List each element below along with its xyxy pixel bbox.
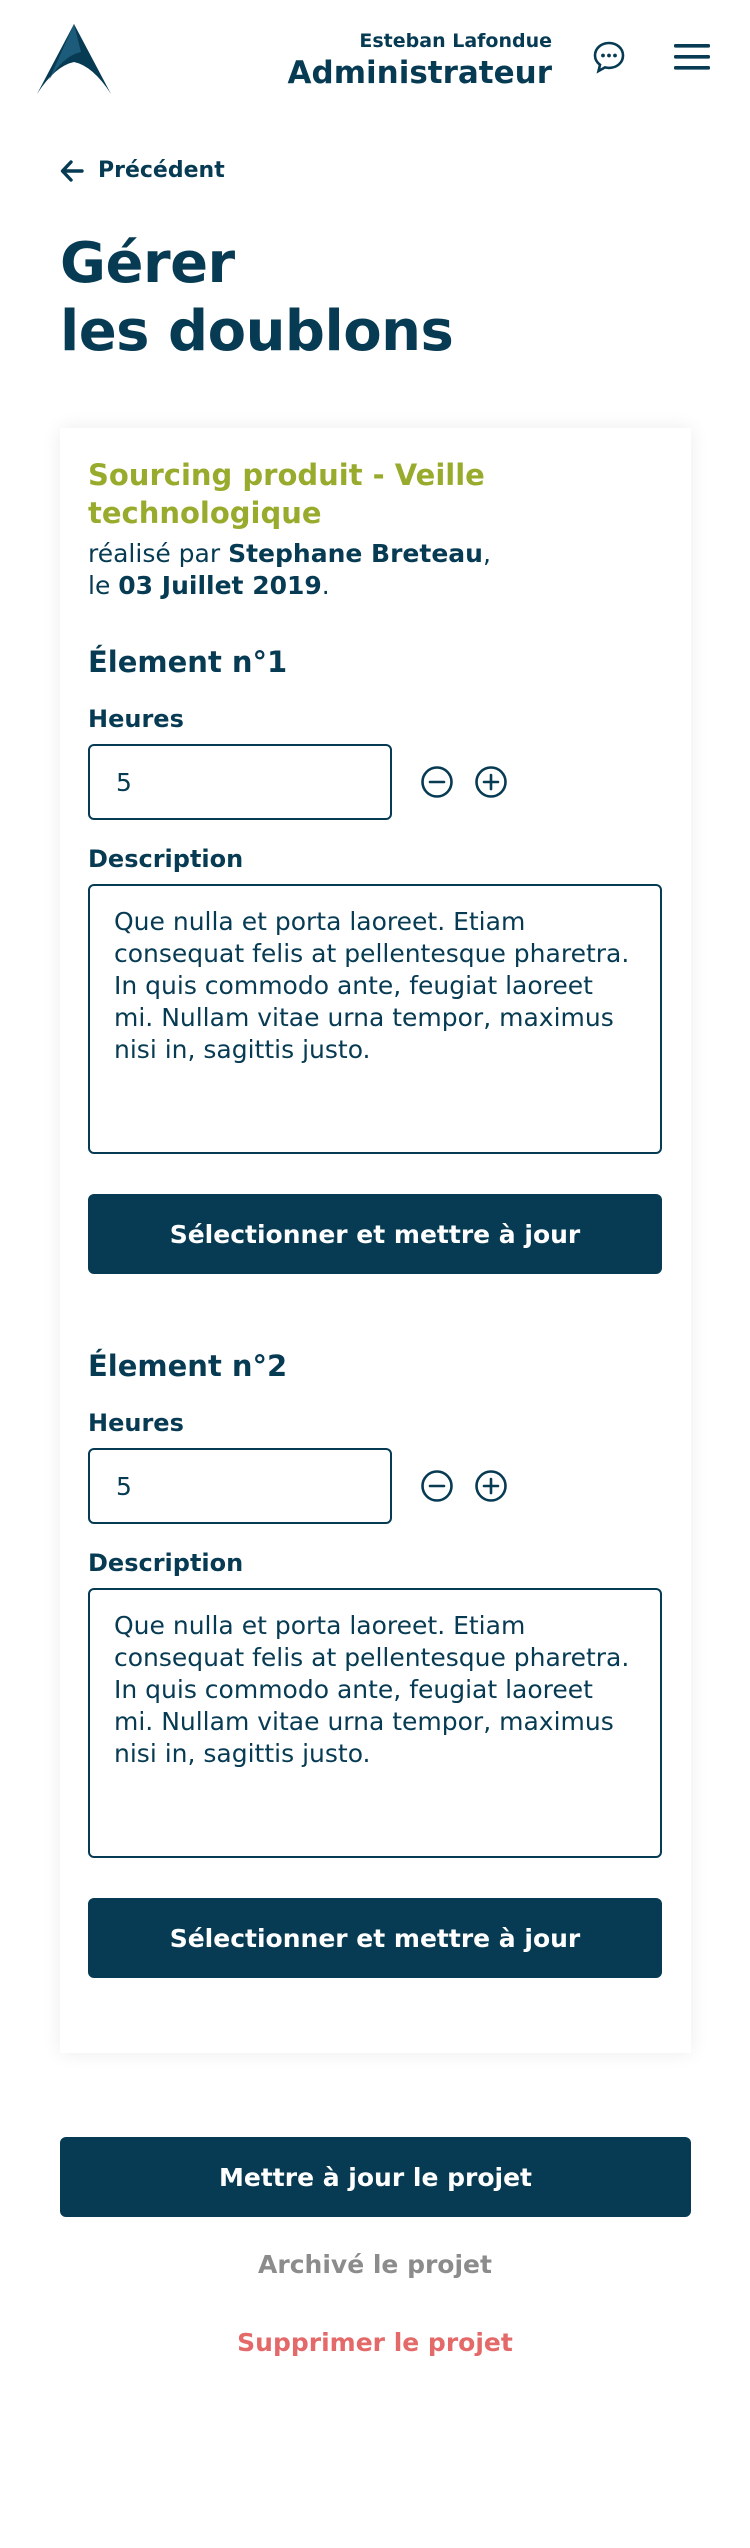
meta-prefix: réalisé par: [88, 539, 229, 568]
archive-project-link[interactable]: Archivé le projet: [0, 2250, 750, 2279]
page-title: Gérer les doublons: [60, 230, 660, 366]
update-project-button[interactable]: Mettre à jour le projet: [60, 2137, 691, 2217]
page-title-line1: Gérer: [60, 231, 235, 296]
back-link[interactable]: Précédent: [60, 158, 225, 183]
description-textarea[interactable]: Que nulla et porta laoreet. Etiam conseq…: [88, 884, 662, 1154]
project-meta: réalisé par Stephane Breteau, le 03 Juil…: [88, 538, 648, 602]
project-date: 03 Juillet 2019: [118, 571, 322, 600]
date-prefix: le: [88, 571, 119, 600]
project-author: Stephane Breteau: [228, 539, 483, 568]
hamburger-menu-icon[interactable]: [674, 42, 710, 72]
description-textarea[interactable]: Que nulla et porta laoreet. Etiam conseq…: [88, 1588, 662, 1858]
arrow-left-icon: [60, 159, 84, 182]
element-title: Élement n°1: [88, 645, 288, 679]
element-block: Élement n°1 Heures Description Que nulla…: [88, 644, 662, 1274]
back-label: Précédent: [98, 158, 225, 183]
delete-project-link[interactable]: Supprimer le projet: [0, 2328, 750, 2357]
project-title: Sourcing produit - Veille technologique: [88, 458, 485, 530]
duplicates-card: Sourcing produit - Veille technologique …: [60, 428, 691, 2053]
description-label: Description: [88, 845, 244, 873]
user-name: Esteban Lafondue: [359, 30, 552, 52]
user-role: Administrateur: [287, 55, 552, 91]
hours-row: [88, 1448, 662, 1524]
hours-input[interactable]: [88, 744, 392, 820]
element-title: Élement n°2: [88, 1349, 288, 1383]
plus-circle-icon[interactable]: [474, 1469, 508, 1503]
element-block: Élement n°2 Heures Description Que nulla…: [88, 1348, 662, 1978]
minus-circle-icon[interactable]: [420, 765, 454, 799]
plus-circle-icon[interactable]: [474, 765, 508, 799]
page-title-line2: les doublons: [60, 299, 454, 364]
chat-bubble-icon[interactable]: [592, 40, 626, 74]
minus-circle-icon[interactable]: [420, 1469, 454, 1503]
brand-logo-icon[interactable]: [33, 22, 115, 98]
hours-label: Heures: [88, 705, 184, 733]
app-header: Esteban Lafondue Administrateur: [0, 0, 750, 120]
hours-row: [88, 744, 662, 820]
meta-comma: ,: [482, 539, 491, 568]
hours-label: Heures: [88, 1409, 184, 1437]
hours-input[interactable]: [88, 1448, 392, 1524]
user-block[interactable]: Esteban Lafondue Administrateur: [288, 28, 552, 92]
date-suffix: .: [321, 571, 330, 600]
description-label: Description: [88, 1549, 244, 1577]
select-update-button[interactable]: Sélectionner et mettre à jour: [88, 1898, 662, 1978]
select-update-button[interactable]: Sélectionner et mettre à jour: [88, 1194, 662, 1274]
